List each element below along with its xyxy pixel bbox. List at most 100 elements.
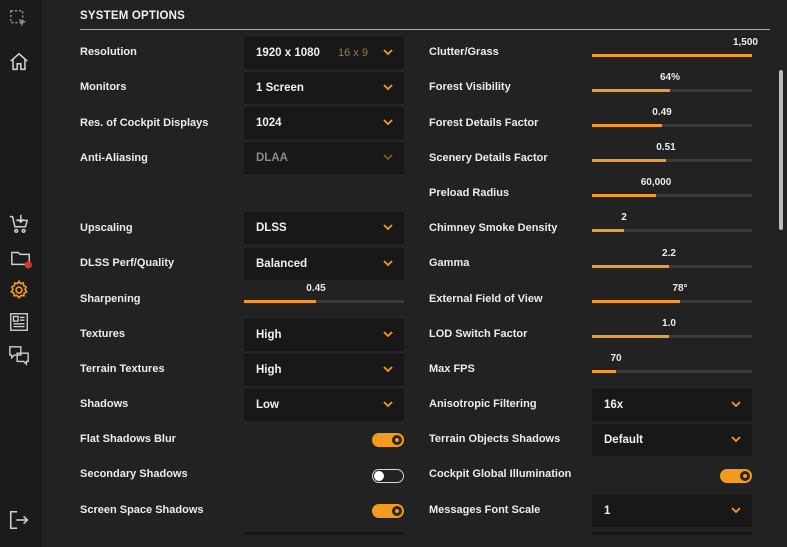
shadows-label: Shadows: [80, 398, 129, 410]
secondary-shadows-toggle[interactable]: [372, 469, 404, 483]
settings-panel: SYSTEM OPTIONS Resolution Monitors Res. …: [42, 0, 787, 547]
slider-value: 1.0: [662, 318, 676, 329]
terrain-objects-shadows-value: Default: [604, 434, 643, 446]
slider-fill: [244, 300, 316, 303]
textures-value: High: [256, 329, 282, 341]
select-region-icon[interactable]: [7, 7, 31, 31]
anti-aliasing-dropdown[interactable]: DLAA: [244, 142, 404, 174]
slider-fill: [592, 370, 616, 373]
anisotropic-value: 16x: [604, 399, 624, 411]
gamma-label: Gamma: [429, 257, 470, 269]
chevron-down-icon: [383, 154, 393, 161]
flat-shadows-blur-label: Flat Shadows Blur: [80, 433, 176, 445]
resolution-value: 1920 x 1080: [256, 47, 320, 59]
forest-details-label: Forest Details Factor: [429, 117, 539, 129]
monitors-label: Monitors: [80, 81, 127, 93]
download-cart-icon[interactable]: [7, 212, 31, 236]
chevron-down-icon: [731, 436, 741, 443]
slider-value: 2.2: [662, 248, 676, 259]
toggle-knob: [392, 435, 402, 445]
home-icon[interactable]: [7, 50, 31, 74]
terrain-textures-dropdown[interactable]: High: [244, 354, 404, 386]
clutter-slider[interactable]: 1,500: [592, 37, 758, 61]
dlss-quality-value: Balanced: [256, 258, 308, 270]
terrain-textures-value: High: [256, 364, 282, 376]
secondary-shadows-label: Secondary Shadows: [80, 468, 188, 480]
upscaling-dropdown[interactable]: DLSS: [244, 212, 404, 244]
gamma-slider[interactable]: 2.2: [592, 248, 752, 272]
chevron-down-icon: [731, 401, 741, 408]
max-fps-slider[interactable]: 70: [592, 353, 752, 377]
messages-font-scale-value: 1: [604, 505, 611, 517]
folder-icon[interactable]: [7, 246, 35, 270]
slider-fill: [592, 89, 670, 92]
slider-fill: [592, 300, 680, 303]
slider-value: 2: [621, 212, 627, 223]
screen-space-shadows-label: Screen Space Shadows: [80, 504, 204, 516]
chimney-smoke-slider[interactable]: 2: [592, 212, 752, 236]
monitors-dropdown[interactable]: 1 Screen: [244, 72, 404, 104]
slider-value: 70: [610, 353, 622, 364]
toggle-knob: [740, 471, 750, 481]
forest-details-slider[interactable]: 0.49: [592, 107, 752, 131]
title-divider: [80, 29, 770, 30]
slider-value: 0.45: [306, 283, 326, 294]
chat-icon[interactable]: [7, 343, 31, 367]
sharpening-slider[interactable]: 0.45: [244, 283, 404, 307]
chevron-down-icon: [383, 224, 393, 231]
resolution-dropdown[interactable]: 1920 x 1080 16 x 9: [244, 37, 404, 69]
scenery-details-label: Scenery Details Factor: [429, 152, 548, 164]
chevron-down-icon: [383, 260, 393, 267]
terrain-textures-label: Terrain Textures: [80, 363, 165, 375]
forest-visibility-slider[interactable]: 64%: [592, 72, 752, 96]
slider-fill: [592, 54, 752, 57]
scrollbar-thumb[interactable]: [779, 70, 783, 230]
dlss-quality-dropdown[interactable]: Balanced: [244, 248, 404, 280]
terrain-objects-shadows-dropdown[interactable]: Default: [592, 424, 752, 456]
screen-space-shadows-toggle[interactable]: [372, 504, 404, 518]
lod-switch-slider[interactable]: 1.0: [592, 318, 752, 342]
anti-aliasing-value: DLAA: [256, 152, 288, 164]
scrollbar[interactable]: [779, 30, 783, 530]
shadows-dropdown[interactable]: Low: [244, 389, 404, 421]
chevron-down-icon: [383, 84, 393, 91]
anti-aliasing-label: Anti-Aliasing: [80, 152, 148, 164]
chimney-smoke-label: Chimney Smoke Density: [429, 222, 558, 234]
flat-shadows-blur-toggle[interactable]: [372, 433, 404, 447]
slider-fill: [592, 159, 666, 162]
preload-radius-slider[interactable]: 60,000: [592, 177, 752, 201]
slider-fill: [592, 124, 662, 127]
messages-font-scale-dropdown[interactable]: 1: [592, 495, 752, 527]
cockpit-displays-value: 1024: [256, 117, 282, 129]
aspect-ratio-value: 16 x 9: [338, 47, 368, 59]
gear-icon[interactable]: [7, 278, 31, 302]
slider-fill: [592, 335, 669, 338]
textures-dropdown[interactable]: High: [244, 319, 404, 351]
textures-label: Textures: [80, 328, 126, 340]
chevron-down-icon: [383, 119, 393, 126]
preload-radius-label: Preload Radius: [429, 187, 510, 199]
external-fov-slider[interactable]: 78°: [592, 283, 752, 307]
slider-track: [592, 370, 752, 373]
chevron-down-icon: [383, 366, 393, 373]
terrain-objects-shadows-label: Terrain Objects Shadows: [429, 433, 561, 445]
cockpit-gi-toggle[interactable]: [720, 469, 752, 483]
forest-visibility-label: Forest Visibility: [429, 81, 511, 93]
sharpening-label: Sharpening: [80, 293, 141, 305]
anisotropic-dropdown[interactable]: 16x: [592, 389, 752, 421]
scenery-details-slider[interactable]: 0.51: [592, 142, 752, 166]
slider-value: 60,000: [640, 177, 672, 188]
shadows-value: Low: [256, 399, 279, 411]
external-fov-label: External Field of View: [429, 293, 543, 305]
slider-value: 0.49: [652, 107, 672, 118]
chevron-down-icon: [383, 401, 393, 408]
upscaling-value: DLSS: [256, 222, 287, 234]
slider-fill: [592, 229, 624, 232]
toggle-knob: [392, 506, 402, 516]
chevron-down-icon: [383, 331, 393, 338]
upscaling-label: Upscaling: [80, 222, 133, 234]
cockpit-displays-dropdown[interactable]: 1024: [244, 107, 404, 139]
slider-fill: [592, 194, 656, 197]
news-icon[interactable]: [7, 310, 31, 334]
logout-icon[interactable]: [7, 508, 31, 532]
